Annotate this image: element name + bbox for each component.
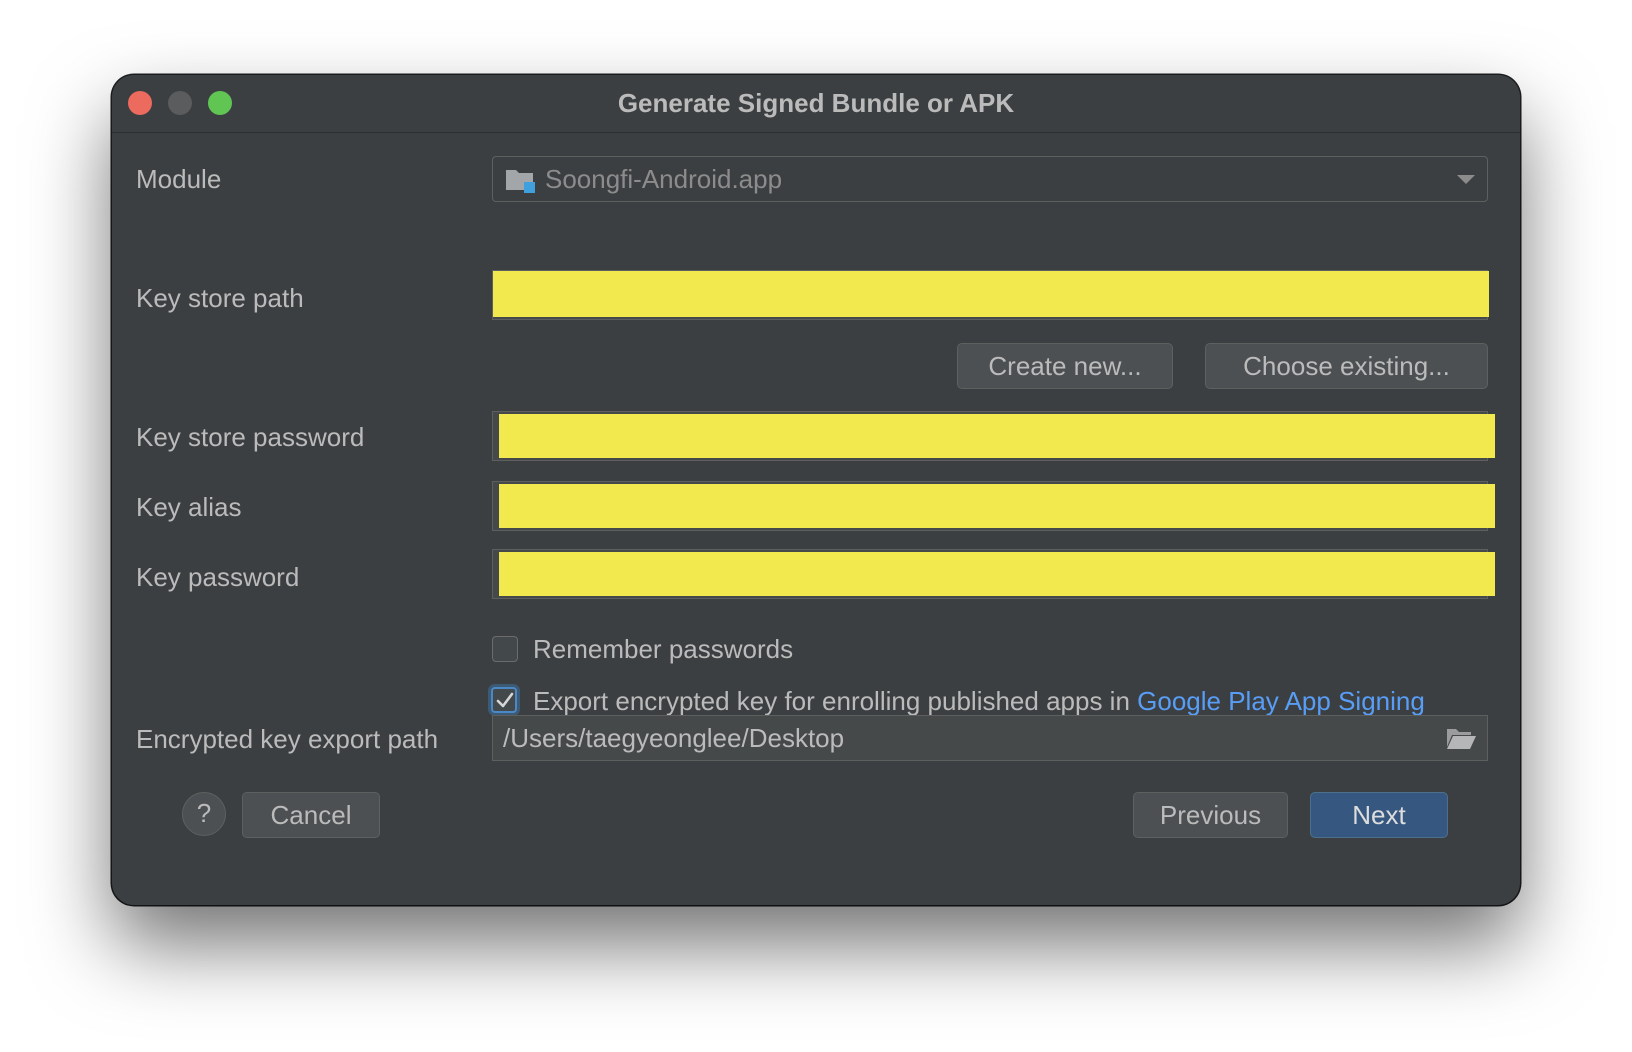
chevron-down-icon [1457,175,1475,184]
key-alias-redaction [499,484,1495,528]
title-bar: Generate Signed Bundle or APK [112,75,1520,133]
create-new-button[interactable]: Create new... [957,343,1173,389]
export-key-label: Export encrypted key for enrolling publi… [533,686,1130,716]
module-select-value: Soongfi-Android.app [545,164,783,194]
key-alias-label: Key alias [136,492,242,522]
key-password-label: Key password [136,562,300,592]
checkmark-icon [496,692,514,708]
module-select[interactable]: Soongfi-Android.app [492,156,1488,202]
key-alias-field[interactable] [492,481,1495,531]
export-path-label: Encrypted key export path [136,724,439,754]
next-button[interactable]: Next [1310,792,1448,838]
keystore-password-redaction [499,414,1495,458]
keystore-path-redaction [493,271,1489,317]
module-folder-icon [506,170,535,193]
remember-passwords-label: Remember passwords [533,634,794,664]
keystore-password-field[interactable] [492,411,1495,461]
export-key-label-row: Export encrypted key for enrolling publi… [533,685,1425,717]
key-password-redaction [499,552,1495,596]
previous-button[interactable]: Previous [1133,792,1288,838]
export-path-field[interactable]: /Users/taegyeonglee/Desktop [492,715,1488,761]
keystore-path-field[interactable] [492,270,1489,320]
export-path-value: /Users/taegyeonglee/Desktop [503,723,845,753]
remember-passwords-checkbox[interactable] [492,636,518,662]
google-play-app-signing-link[interactable]: Google Play App Signing [1137,686,1425,716]
module-label: Module [136,164,222,194]
choose-existing-button[interactable]: Choose existing... [1205,343,1488,389]
export-key-checkbox[interactable] [491,687,517,713]
cancel-button[interactable]: Cancel [242,792,380,838]
folder-open-icon[interactable] [1445,725,1477,751]
signed-apk-dialog: Generate Signed Bundle or APK Module Soo… [112,75,1520,905]
key-password-field[interactable] [492,549,1495,599]
dialog-title: Generate Signed Bundle or APK [617,88,1015,118]
keystore-path-label: Key store path [136,283,304,313]
keystore-password-label: Key store password [136,422,365,452]
help-button[interactable]: ? [182,792,226,836]
